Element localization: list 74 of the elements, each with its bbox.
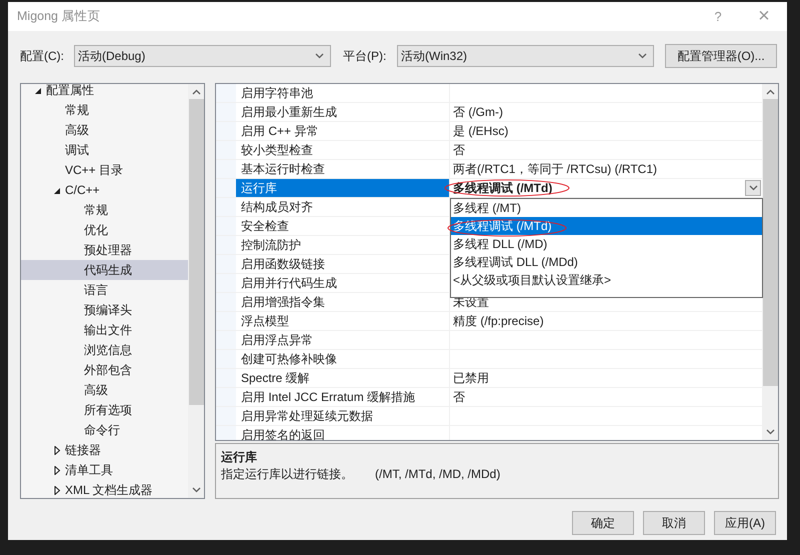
property-value: 否 — [453, 390, 465, 404]
tree-item[interactable]: 外部包含 — [84, 360, 188, 380]
tree-item[interactable]: C/C++ — [65, 180, 188, 200]
description-switches: (/MT, /MTd, /MD, /MDd) — [375, 466, 500, 483]
property-name[interactable]: 启用 Intel JCC Erratum 缓解措施 — [236, 388, 450, 406]
config-manager-button[interactable]: 配置管理器(O)... — [665, 44, 777, 68]
tree-item[interactable]: 常规 — [84, 200, 188, 220]
expand-arrow-icon[interactable] — [54, 486, 61, 494]
tree-item[interactable]: 调试 — [65, 140, 188, 160]
collapse-arrow-icon[interactable] — [54, 186, 61, 194]
tree-item[interactable]: 命令行 — [84, 420, 188, 440]
property-name[interactable]: 启用 C++ 异常 — [236, 122, 450, 140]
tree-item[interactable]: 优化 — [84, 220, 188, 240]
tree-item[interactable]: 高级 — [65, 120, 188, 140]
dropdown-option[interactable]: 多线程调试 DLL (/MDd) — [451, 253, 762, 271]
caret-icon[interactable] — [638, 53, 647, 59]
property-value: 两者(/RTC1，等同于 /RTCsu) (/RTC1) — [453, 162, 658, 176]
scroll-up-icon[interactable] — [192, 89, 200, 95]
tree-item[interactable]: 高级 — [84, 380, 188, 400]
scrollbar[interactable] — [188, 84, 204, 498]
property-value: 已禁用 — [453, 371, 489, 385]
collapse-arrow-icon[interactable] — [35, 86, 42, 94]
tree-item[interactable]: 预处理器 — [84, 240, 188, 260]
tree-item[interactable]: 所有选项 — [84, 400, 188, 420]
property-name[interactable]: 启用异常处理延续元数据 — [236, 407, 450, 425]
tree-item[interactable]: VC++ 目录 — [65, 160, 188, 180]
scrollbar-thumb[interactable] — [762, 99, 778, 386]
property-value: 否 (/Gm-) — [453, 105, 503, 119]
tree-item[interactable]: 代码生成 — [21, 260, 188, 280]
tree-item[interactable]: 语言 — [84, 280, 188, 300]
property-value: 否 — [453, 143, 465, 157]
dropdown-option[interactable]: 多线程 (/MT) — [451, 199, 762, 217]
tree-item[interactable]: 输出文件 — [84, 320, 188, 340]
property-name[interactable]: 基本运行时检查 — [236, 160, 450, 178]
property-value: 是 (/EHsc) — [453, 124, 508, 138]
tree-item[interactable]: 链接器 — [65, 440, 188, 460]
description-title: 运行库 — [221, 449, 257, 466]
property-name[interactable]: 启用字符串池 — [236, 84, 450, 102]
window-title: Migong 属性页 — [17, 8, 100, 25]
dropdown-option[interactable]: <从父级或项目默认设置继承> — [451, 271, 762, 289]
property-name[interactable]: 浮点模型 — [236, 312, 450, 330]
property-name[interactable]: 较小类型检查 — [236, 141, 450, 159]
tree-item[interactable]: 常规 — [65, 100, 188, 120]
tree-item[interactable]: 清单工具 — [65, 460, 188, 480]
platform-dropdown[interactable]: 活动(Win32) — [397, 45, 654, 67]
scrollbar-thumb[interactable] — [188, 99, 204, 405]
dialog-button[interactable]: 取消 — [643, 511, 705, 535]
tree-item[interactable]: 浏览信息 — [84, 340, 188, 360]
value-combobox[interactable]: 多线程调试 (/MTd) — [450, 179, 762, 197]
tree-item[interactable]: 配置属性 — [46, 80, 188, 100]
scroll-up-icon[interactable] — [766, 89, 774, 95]
config-dropdown[interactable]: 活动(Debug) — [74, 45, 331, 67]
scrollbar[interactable] — [762, 84, 778, 440]
tree-item[interactable]: XML 文档生成器 — [65, 480, 188, 500]
property-name[interactable]: 启用最小重新生成 — [236, 103, 450, 121]
expand-arrow-icon[interactable] — [54, 446, 61, 454]
caret-icon[interactable] — [315, 53, 324, 59]
property-name[interactable]: 启用浮点异常 — [236, 331, 450, 349]
caret-icon[interactable] — [748, 185, 758, 191]
dialog-button[interactable]: 确定 — [572, 511, 634, 535]
scroll-down-icon[interactable] — [192, 487, 200, 493]
dropdown-button[interactable] — [745, 180, 761, 196]
platform-label: 平台(P): — [343, 48, 388, 64]
expand-arrow-icon[interactable] — [54, 466, 61, 474]
property-name[interactable]: 创建可热修补映像 — [236, 350, 450, 368]
config-label: 配置(C): — [20, 48, 65, 64]
property-value: 精度 (/fp:precise) — [453, 314, 544, 328]
tree-item[interactable]: 预编译头 — [84, 300, 188, 320]
property-name[interactable]: 运行库 — [236, 179, 450, 197]
scroll-down-icon[interactable] — [766, 429, 774, 435]
description-text: 指定运行库以进行链接。 — [221, 466, 353, 483]
dropdown-option[interactable]: 多线程 DLL (/MD) — [451, 235, 762, 253]
property-name[interactable]: Spectre 缓解 — [236, 369, 450, 387]
dialog-button[interactable]: 应用(A) — [714, 511, 776, 535]
